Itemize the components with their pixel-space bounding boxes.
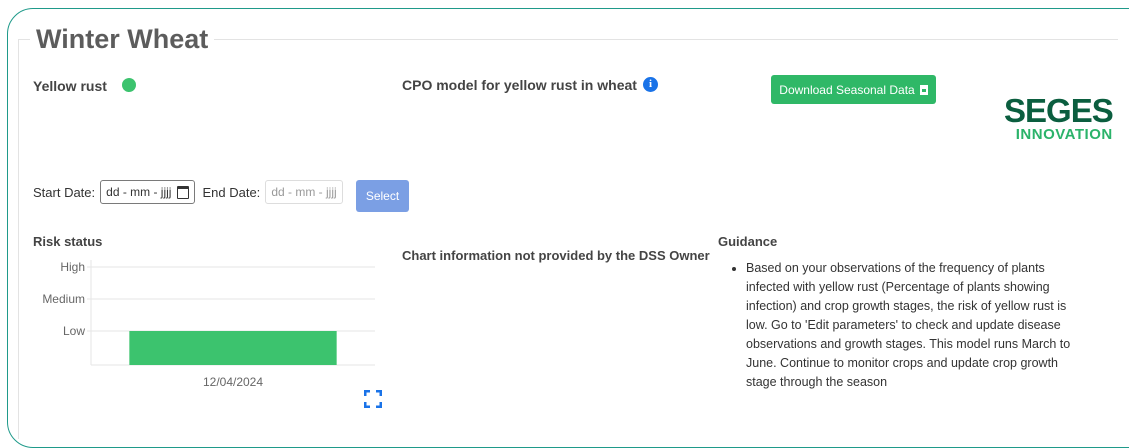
guidance-title: Guidance bbox=[718, 234, 778, 249]
select-button[interactable]: Select bbox=[356, 180, 409, 212]
y-tick-label: Low bbox=[63, 324, 85, 338]
start-date-label: Start Date: bbox=[33, 184, 96, 200]
logo: SEGES INNOVATION bbox=[1004, 92, 1114, 143]
logo-line1: SEGES bbox=[1004, 92, 1114, 129]
end-date-value: dd - mm - jjjj bbox=[271, 185, 337, 199]
start-date-input[interactable]: dd - mm - jjjj bbox=[100, 180, 196, 204]
risk-chart: Low Medium High 12/04/2024 bbox=[42, 260, 375, 389]
end-date-label: End Date: bbox=[202, 184, 261, 200]
end-date-input[interactable]: dd - mm - jjjj bbox=[265, 180, 343, 204]
y-tick-label: High bbox=[60, 260, 85, 274]
guidance-item: Based on your observations of the freque… bbox=[746, 259, 1091, 392]
download-seasonal-data-button[interactable]: Download Seasonal Data bbox=[771, 75, 936, 104]
download-label: Download Seasonal Data bbox=[779, 82, 915, 97]
file-download-icon bbox=[919, 84, 928, 95]
bar bbox=[129, 331, 337, 365]
start-date-value: dd - mm - jjjj bbox=[106, 185, 172, 199]
y-tick-label: Medium bbox=[42, 292, 85, 306]
fieldset-border-left bbox=[18, 39, 19, 439]
model-title: CPO model for yellow rust in wheat bbox=[402, 77, 637, 93]
x-tick-label: 12/04/2024 bbox=[203, 375, 263, 389]
page-title: Winter Wheat bbox=[30, 22, 215, 56]
chart-info-text: Chart information not provided by the DS… bbox=[402, 248, 710, 263]
info-circle-icon[interactable]: i bbox=[643, 77, 658, 92]
calendar-icon[interactable] bbox=[177, 185, 190, 199]
date-range: Start Date: dd - mm - jjjj End Date: dd … bbox=[33, 180, 343, 204]
logo-line2: INNOVATION bbox=[1015, 126, 1113, 143]
risk-status-title: Risk status bbox=[33, 234, 103, 249]
status-indicator bbox=[122, 78, 136, 92]
disease-name: Yellow rust bbox=[33, 78, 107, 94]
expand-icon[interactable] bbox=[364, 390, 382, 408]
guidance-list: Based on your observations of the freque… bbox=[733, 259, 1091, 392]
